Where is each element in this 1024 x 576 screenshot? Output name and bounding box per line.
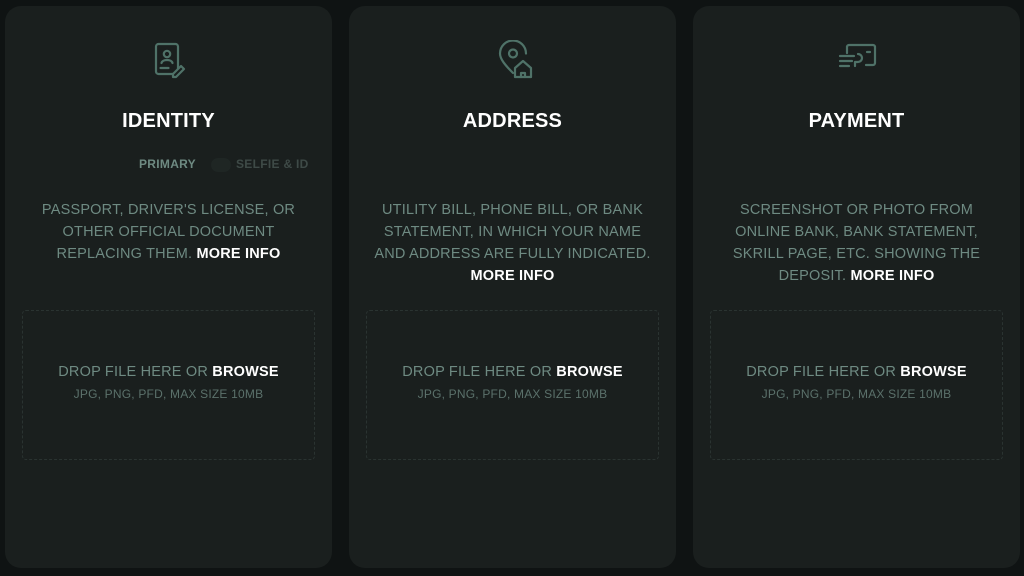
drop-instructions: DROP FILE HERE OR BROWSE [711,364,1002,380]
card-description: UTILITY BILL, PHONE BILL, OR BANK STATEM… [369,199,656,287]
description-text: UTILITY BILL, PHONE BILL, OR BANK STATEM… [374,202,651,262]
more-info-link[interactable]: MORE INFO [850,268,934,284]
verification-page: IDENTITY PRIMARY SELFIE & ID PASSPORT, D… [0,0,1024,576]
drop-label: DROP FILE HERE OR [58,364,209,380]
file-requirements: JPG, PNG, PFD, MAX SIZE 10MB [761,387,952,401]
identity-card: IDENTITY PRIMARY SELFIE & ID PASSPORT, D… [5,6,332,568]
file-requirements: JPG, PNG, PFD, MAX SIZE 10MB [417,387,608,401]
document-type-toggle[interactable]: PRIMARY SELFIE & ID [5,157,332,173]
payment-card: PAYMENT SCREENSHOT OR PHOTO FROM ONLINE … [693,6,1020,568]
payment-card-icon [837,40,877,80]
drop-label: DROP FILE HERE OR [402,364,553,380]
drop-label: DROP FILE HERE OR [746,364,897,380]
more-info-link[interactable]: MORE INFO [471,268,555,284]
address-card: ADDRESS UTILITY BILL, PHONE BILL, OR BAN… [349,6,676,568]
card-description: SCREENSHOT OR PHOTO FROM ONLINE BANK, BA… [713,199,1000,287]
file-requirements: JPG, PNG, PFD, MAX SIZE 10MB [73,387,264,401]
id-card-icon [149,40,189,80]
card-description: PASSPORT, DRIVER'S LICENSE, OR OTHER OFF… [25,199,312,265]
location-home-icon [493,40,533,80]
file-dropzone[interactable]: DROP FILE HERE OR BROWSE JPG, PNG, PFD, … [710,310,1003,460]
drop-instructions: DROP FILE HERE OR BROWSE [23,364,314,380]
drop-instructions: DROP FILE HERE OR BROWSE [367,364,658,380]
card-title: PAYMENT [808,110,905,132]
browse-link[interactable]: BROWSE [212,364,278,380]
browse-link[interactable]: BROWSE [556,364,622,380]
toggle-option-selfie-id[interactable]: SELFIE & ID [236,157,309,171]
file-dropzone[interactable]: DROP FILE HERE OR BROWSE JPG, PNG, PFD, … [22,310,315,460]
card-title: ADDRESS [462,110,563,132]
more-info-link[interactable]: MORE INFO [196,246,280,262]
toggle-switch[interactable] [211,158,231,172]
file-dropzone[interactable]: DROP FILE HERE OR BROWSE JPG, PNG, PFD, … [366,310,659,460]
card-title: IDENTITY [122,110,215,132]
browse-link[interactable]: BROWSE [900,364,966,380]
toggle-option-primary[interactable]: PRIMARY [139,157,196,171]
